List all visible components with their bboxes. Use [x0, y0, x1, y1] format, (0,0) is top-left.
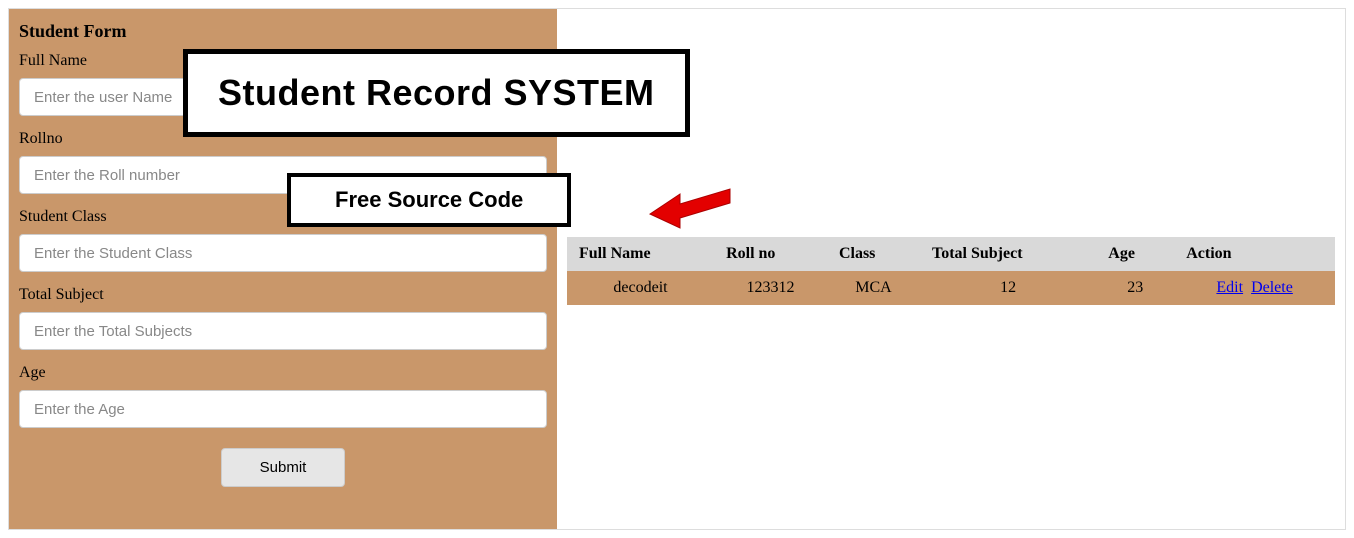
age-label: Age	[19, 364, 547, 382]
table-row: decodeit 123312 MCA 12 23 Edit Delete	[567, 271, 1335, 305]
submit-button[interactable]: Submit	[221, 448, 346, 487]
col-total-subject: Total Subject	[920, 237, 1096, 271]
cell-class: MCA	[827, 271, 920, 305]
col-class: Class	[827, 237, 920, 271]
form-title: Student Form	[19, 21, 547, 42]
cell-action: Edit Delete	[1174, 271, 1335, 305]
col-age: Age	[1096, 237, 1174, 271]
page-container: Student Form Full Name Rollno Student Cl…	[8, 8, 1346, 530]
overlay-subtitle-box: Free Source Code	[287, 173, 571, 227]
col-action: Action	[1174, 237, 1335, 271]
col-rollno: Roll no	[714, 237, 827, 271]
cell-age: 23	[1096, 271, 1174, 305]
table-header-row: Full Name Roll no Class Total Subject Ag…	[567, 237, 1335, 271]
student-class-input[interactable]	[19, 234, 547, 272]
overlay-title-box: Student Record SYSTEM	[183, 49, 690, 137]
arrow-icon	[645, 179, 735, 229]
student-table: Full Name Roll no Class Total Subject Ag…	[567, 237, 1335, 305]
edit-link[interactable]: Edit	[1216, 279, 1243, 296]
cell-total-subject: 12	[920, 271, 1096, 305]
delete-link[interactable]: Delete	[1251, 279, 1293, 296]
overlay-title-text: Student Record SYSTEM	[218, 72, 655, 113]
col-full-name: Full Name	[567, 237, 714, 271]
submit-row: Submit	[19, 448, 547, 487]
total-subject-input[interactable]	[19, 312, 547, 350]
age-input[interactable]	[19, 390, 547, 428]
total-subject-label: Total Subject	[19, 286, 547, 304]
overlay-subtitle-text: Free Source Code	[335, 187, 523, 212]
cell-rollno: 123312	[714, 271, 827, 305]
cell-full-name: decodeit	[567, 271, 714, 305]
